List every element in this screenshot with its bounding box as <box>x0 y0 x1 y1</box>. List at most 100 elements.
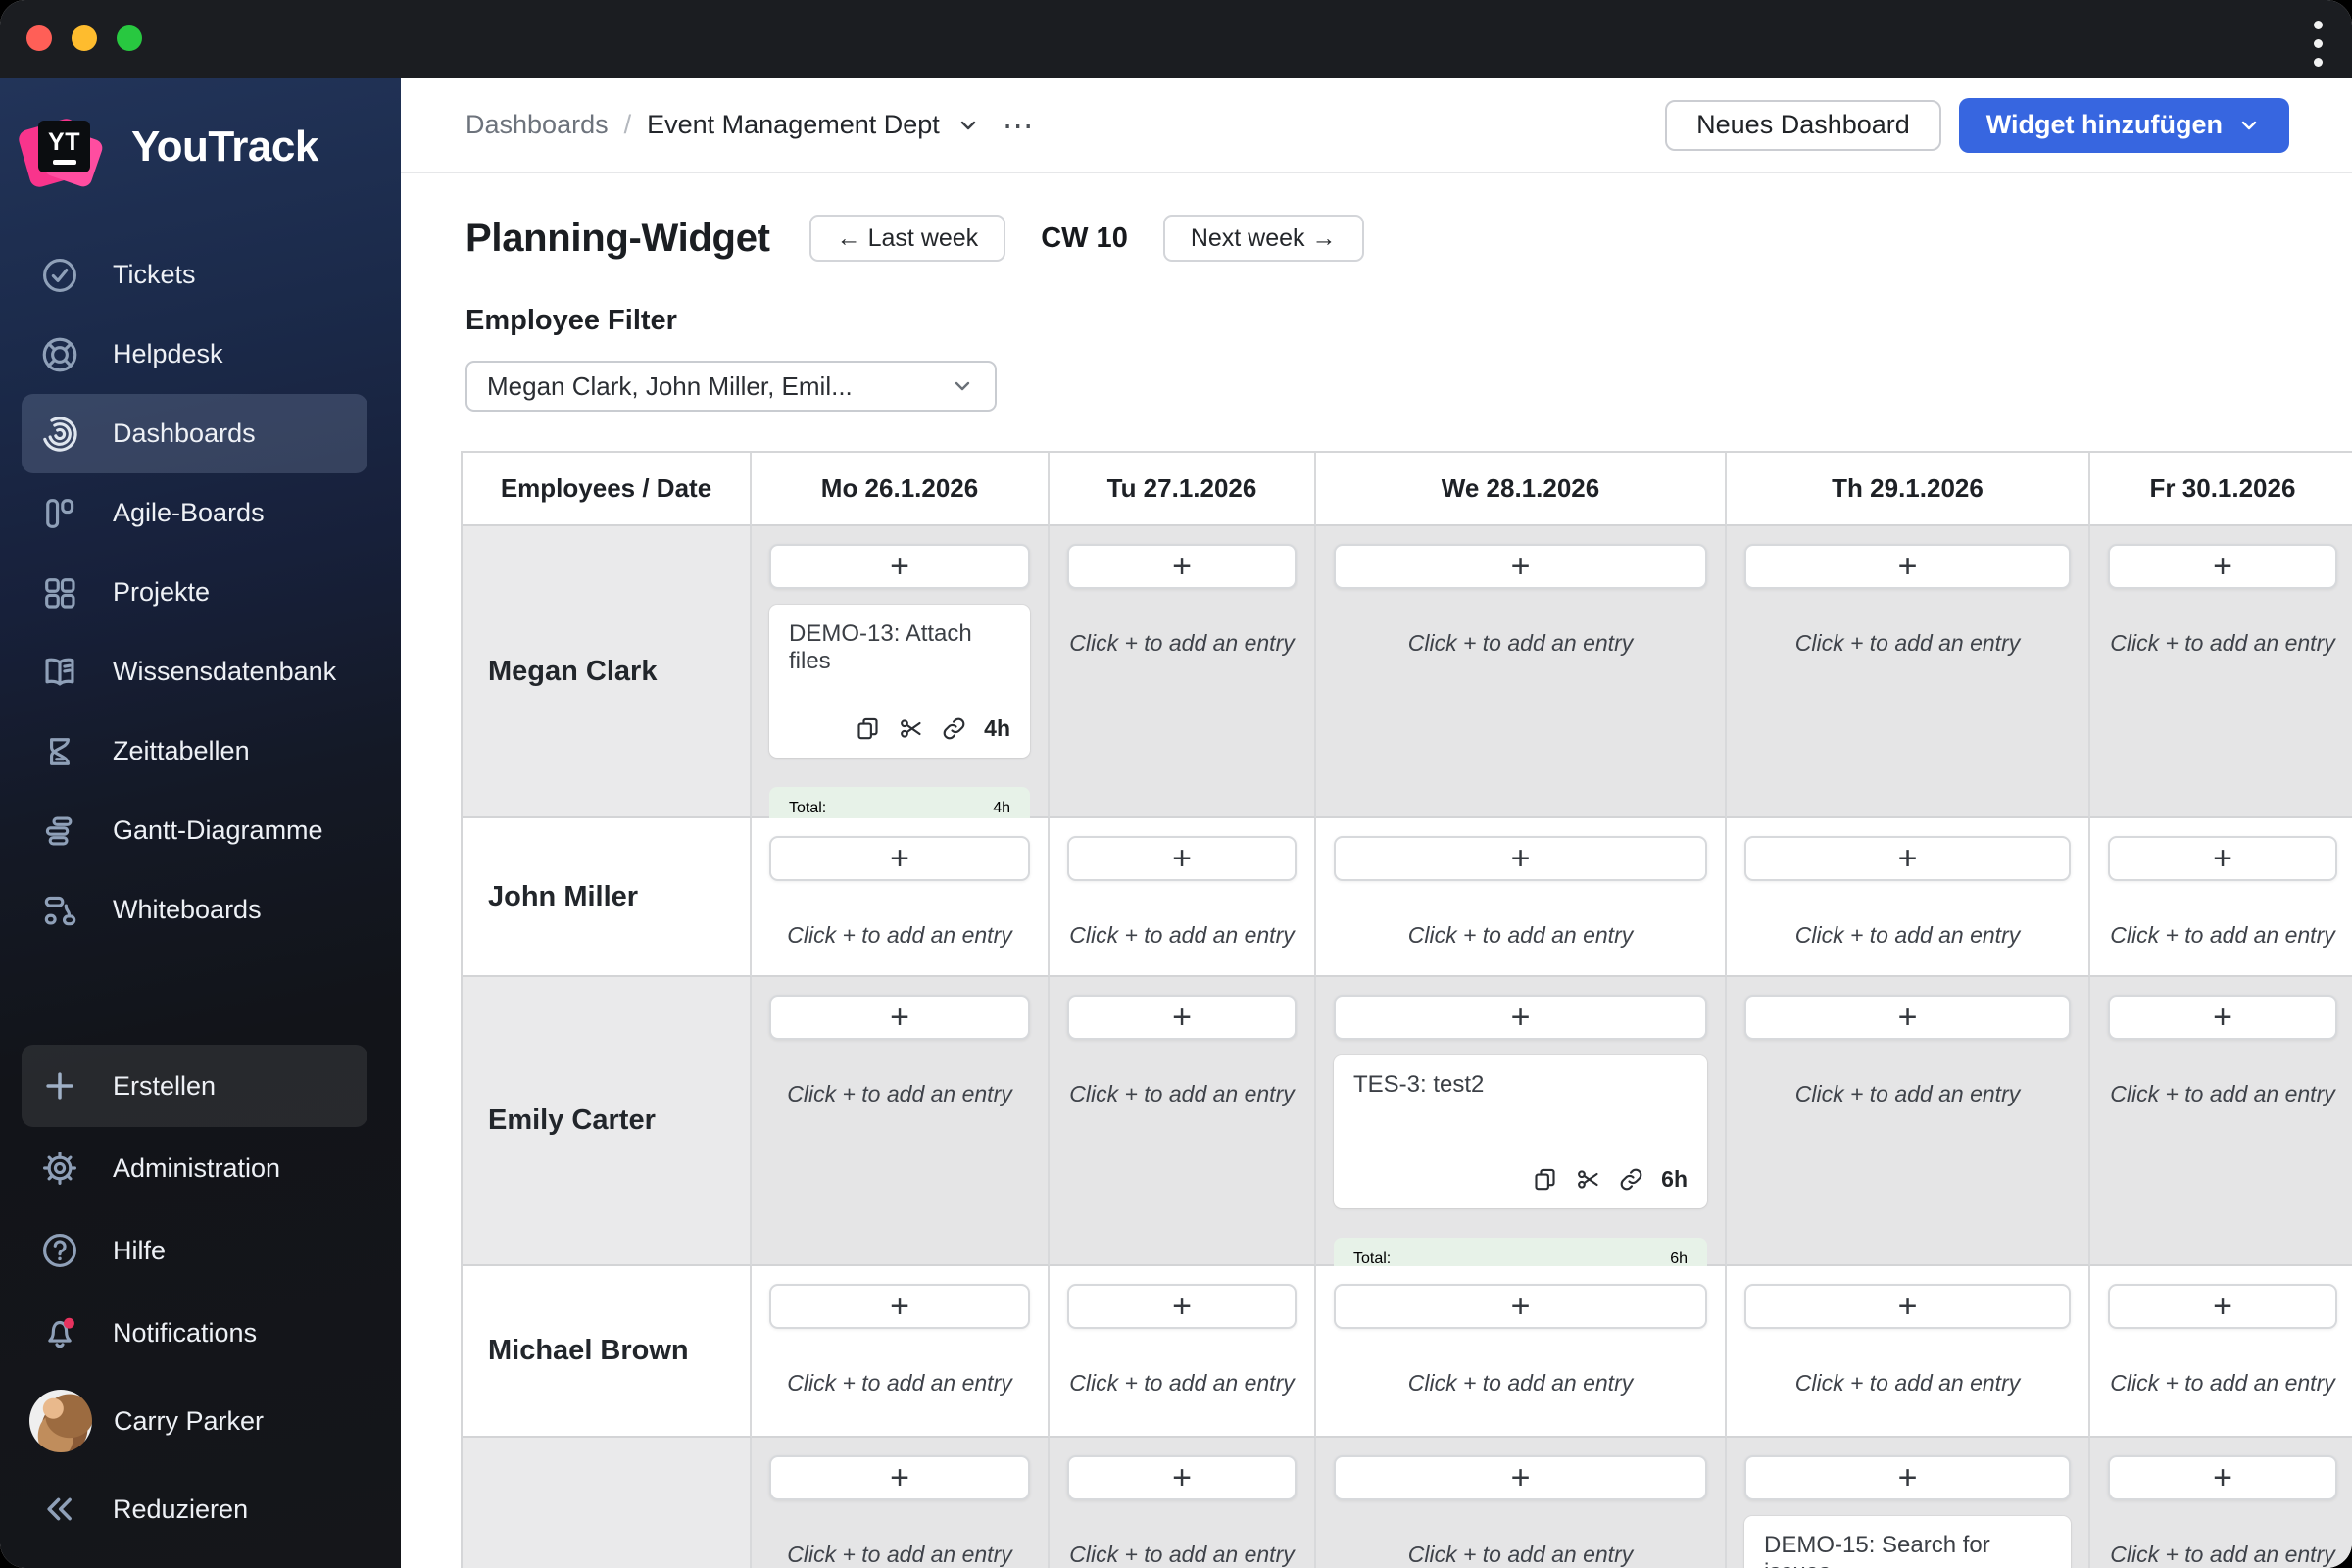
add-entry-button[interactable]: + <box>1334 1455 1707 1500</box>
add-entry-button[interactable]: + <box>1744 995 2071 1040</box>
add-entry-button[interactable]: + <box>1744 1284 2071 1329</box>
sidebar-item-label: Tickets <box>113 260 196 289</box>
add-entry-hint: Click + to add an entry <box>2110 1370 2335 1396</box>
employee-name-cell: Megan Clark <box>463 526 752 818</box>
time-entry-card[interactable]: DEMO-13: Attach files 4h <box>769 605 1030 758</box>
add-entry-hint: Click + to add an entry <box>1407 1542 1634 1567</box>
sidebar-item-erstellen[interactable]: Erstellen <box>22 1045 368 1127</box>
sidebar-item-label: Hilfe <box>113 1235 167 1265</box>
add-entry-button[interactable]: + <box>769 544 1030 589</box>
day-cell: + DEMO-13: Attach files 4h Total: 4h <box>752 526 1050 830</box>
time-entry-card[interactable]: TES-3: test2 6h <box>1334 1055 1707 1208</box>
add-entry-button[interactable]: + <box>1067 1284 1297 1329</box>
sidebar-item-label: Agile-Boards <box>113 498 265 527</box>
day-cell: + Click + to add an entry <box>1727 977 2090 1266</box>
add-entry-button[interactable]: + <box>1334 995 1707 1040</box>
sidebar-item-wissensdatenbank[interactable]: Wissensdatenbank <box>22 632 368 711</box>
day-cell: + Click + to add an entry <box>752 977 1050 1266</box>
employee-filter-dropdown[interactable]: Megan Clark, John Miller, Emil... <box>466 361 997 412</box>
add-entry-hint: Click + to add an entry <box>1069 630 1295 656</box>
close-window-icon[interactable] <box>26 25 52 51</box>
add-entry-button[interactable]: + <box>769 995 1030 1040</box>
add-entry-hint: Click + to add an entry <box>2110 922 2335 948</box>
add-entry-button[interactable]: + <box>2108 995 2337 1040</box>
day-cell: + Click + to add an entry <box>1050 818 1316 977</box>
add-entry-button[interactable]: + <box>1334 1284 1707 1329</box>
sidebar-item-whiteboards[interactable]: Whiteboards <box>22 870 368 950</box>
sidebar-item-label: Whiteboards <box>113 895 262 924</box>
employee-filter-label: Employee Filter <box>466 305 677 336</box>
add-entry-button[interactable]: + <box>1744 544 2071 589</box>
breadcrumb-current[interactable]: Event Management Dept <box>647 110 940 140</box>
add-entry-button[interactable]: + <box>2108 1455 2337 1500</box>
link-icon[interactable] <box>1618 1166 1644 1193</box>
add-entry-button[interactable]: + <box>1334 836 1707 881</box>
add-entry-button[interactable]: + <box>769 1284 1030 1329</box>
day-cell: + Click + to add an entry <box>1316 526 1727 818</box>
overflow-menu-icon[interactable]: ⋯ <box>1003 107 1036 144</box>
time-entry-card[interactable]: DEMO-15: Search for issues <box>1744 1516 2071 1568</box>
add-entry-button[interactable]: + <box>2108 1284 2337 1329</box>
sidebar-item-notifications[interactable]: Notifications <box>22 1292 368 1374</box>
book-icon <box>39 652 80 693</box>
add-entry-button[interactable]: + <box>1067 995 1297 1040</box>
avatar <box>29 1390 92 1452</box>
chevron-down-icon <box>955 381 970 391</box>
main-content: Dashboards / Event Management Dept ⋯ Neu… <box>401 78 2352 1568</box>
user-name-label: Carry Parker <box>114 1405 265 1436</box>
add-widget-button[interactable]: Widget hinzufügen <box>1958 97 2289 153</box>
employee-name-cell: Michael Brown <box>463 1266 752 1438</box>
add-entry-button[interactable]: + <box>1744 1455 2071 1500</box>
add-entry-button[interactable]: + <box>2108 544 2337 589</box>
sidebar-item-gantt-diagramme[interactable]: Gantt-Diagramme <box>22 791 368 870</box>
add-entry-hint: Click + to add an entry <box>1794 630 2021 656</box>
flowchart-icon <box>39 890 80 931</box>
sidebar-item-administration[interactable]: Administration <box>22 1127 368 1209</box>
add-entry-button[interactable]: + <box>1334 544 1707 589</box>
day-cell: + Click + to add an entry <box>1727 1266 2090 1438</box>
day-cell: + Click + to add an entry <box>2090 818 2352 977</box>
copy-icon[interactable] <box>855 715 881 742</box>
sidebar-item-dashboards[interactable]: Dashboards <box>22 394 368 473</box>
sidebar-item-agile-boards[interactable]: Agile-Boards <box>22 473 368 553</box>
app-window: YT YouTrack Tickets Helpdesk Dashboards … <box>0 0 2352 1568</box>
employee-name-cell <box>463 1438 752 1568</box>
copy-icon[interactable] <box>1532 1166 1558 1193</box>
add-entry-button[interactable]: + <box>769 836 1030 881</box>
titlebar <box>0 0 2352 78</box>
sidebar-item-label: Gantt-Diagramme <box>113 815 323 845</box>
sidebar-item-hilfe[interactable]: Hilfe <box>22 1209 368 1292</box>
sidebar-item-label: Projekte <box>113 577 211 607</box>
sidebar-item-reduzieren[interactable]: Reduzieren <box>22 1468 368 1550</box>
add-entry-button[interactable]: + <box>2108 836 2337 881</box>
gantt-bars-icon <box>39 810 80 852</box>
add-entry-button[interactable]: + <box>1744 836 2071 881</box>
last-week-button[interactable]: ← Last week <box>808 215 1006 262</box>
chevron-down-icon[interactable] <box>956 113 981 138</box>
add-entry-button[interactable]: + <box>1067 1455 1297 1500</box>
breadcrumb: Dashboards / Event Management Dept ⋯ <box>466 107 1036 144</box>
day-cell: + Click + to add an entry <box>1316 1266 1727 1438</box>
sidebar-item-zeittabellen[interactable]: Zeittabellen <box>22 711 368 791</box>
sidebar-item-profile[interactable]: Carry Parker <box>22 1374 368 1468</box>
sidebar-item-projekte[interactable]: Projekte <box>22 553 368 632</box>
scissors-icon[interactable] <box>1575 1166 1601 1193</box>
sidebar-item-tickets[interactable]: Tickets <box>22 235 368 315</box>
scissors-icon[interactable] <box>898 715 924 742</box>
entry-title: TES-3: test2 <box>1353 1071 1485 1098</box>
breadcrumb-dashboards-link[interactable]: Dashboards <box>466 110 609 140</box>
entry-title: DEMO-15: Search for issues <box>1764 1532 1990 1568</box>
next-week-button[interactable]: Next week → <box>1162 215 1364 262</box>
zoom-window-icon[interactable] <box>117 25 142 51</box>
minimize-window-icon[interactable] <box>72 25 97 51</box>
add-entry-hint: Click + to add an entry <box>1407 922 1634 948</box>
link-icon[interactable] <box>941 715 967 742</box>
add-entry-button[interactable]: + <box>1067 836 1297 881</box>
youtrack-logo[interactable]: YT YouTrack <box>16 106 401 190</box>
sidebar-item-label: Wissensdatenbank <box>113 657 337 686</box>
sidebar-item-helpdesk[interactable]: Helpdesk <box>22 315 368 394</box>
add-entry-button[interactable]: + <box>769 1455 1030 1500</box>
kebab-menu-icon[interactable] <box>2314 21 2323 67</box>
new-dashboard-button[interactable]: Neues Dashboard <box>1665 99 1941 151</box>
add-entry-button[interactable]: + <box>1067 544 1297 589</box>
